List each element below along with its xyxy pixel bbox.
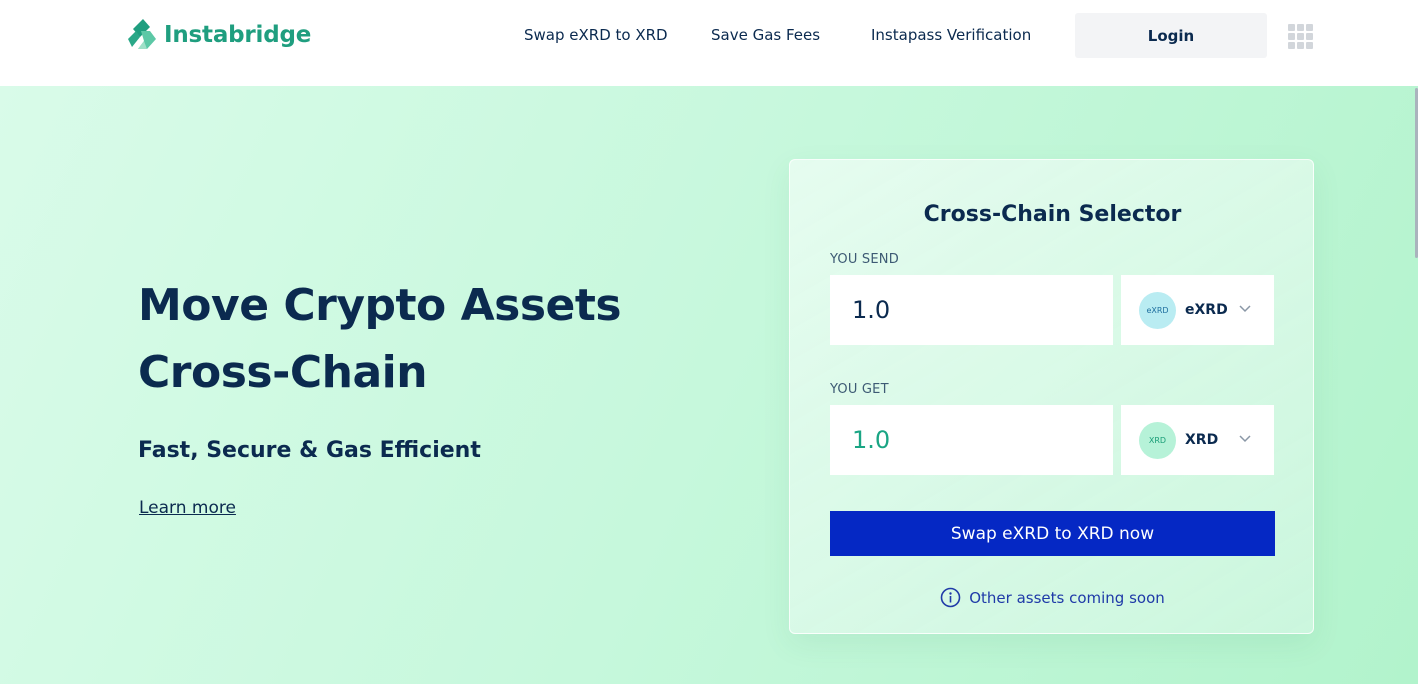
instabridge-logo-icon bbox=[128, 19, 156, 49]
learn-more-link[interactable]: Learn more bbox=[139, 498, 236, 518]
xrd-token-icon: XRD bbox=[1139, 421, 1176, 459]
logo-text: Instabridge bbox=[164, 22, 312, 48]
cross-chain-selector-panel: Cross-Chain Selector YOU SEND eXRD eXRD … bbox=[789, 159, 1314, 634]
nav-save-gas-fees[interactable]: Save Gas Fees bbox=[711, 26, 820, 44]
send-asset-name: eXRD bbox=[1185, 302, 1228, 318]
login-button[interactable]: Login bbox=[1075, 13, 1267, 58]
panel-title: Cross-Chain Selector bbox=[923, 202, 1182, 227]
you-send-label: YOU SEND bbox=[830, 252, 899, 267]
coming-soon-text: Other assets coming soon bbox=[969, 588, 1165, 607]
hero-title-line-2: Cross-Chain bbox=[138, 347, 428, 398]
send-amount-input[interactable] bbox=[830, 275, 1113, 345]
hero-title-line-1: Move Crypto Assets bbox=[138, 280, 622, 331]
apps-grid-icon[interactable] bbox=[1288, 24, 1313, 49]
nav-swap-exrd[interactable]: Swap eXRD to XRD bbox=[524, 26, 668, 44]
chevron-down-icon bbox=[1239, 305, 1251, 313]
swap-button[interactable]: Swap eXRD to XRD now bbox=[830, 511, 1275, 556]
exrd-token-icon: eXRD bbox=[1139, 291, 1176, 329]
get-amount-input[interactable] bbox=[830, 405, 1113, 475]
info-icon bbox=[940, 587, 961, 608]
hero-subtitle: Fast, Secure & Gas Efficient bbox=[138, 438, 481, 463]
send-asset-select[interactable]: eXRD eXRD bbox=[1121, 275, 1274, 345]
you-get-label: YOU GET bbox=[830, 382, 889, 397]
top-header: Instabridge Swap eXRD to XRD Save Gas Fe… bbox=[0, 0, 1418, 86]
coming-soon-note: Other assets coming soon bbox=[790, 587, 1315, 608]
get-asset-name: XRD bbox=[1185, 432, 1219, 448]
hero-title: Move Crypto Assets Cross-Chain bbox=[138, 272, 738, 406]
get-asset-select[interactable]: XRD XRD bbox=[1121, 405, 1274, 475]
nav-instapass-verification[interactable]: Instapass Verification bbox=[871, 26, 1031, 44]
chevron-down-icon bbox=[1239, 435, 1251, 443]
logo[interactable]: Instabridge bbox=[128, 19, 311, 51]
